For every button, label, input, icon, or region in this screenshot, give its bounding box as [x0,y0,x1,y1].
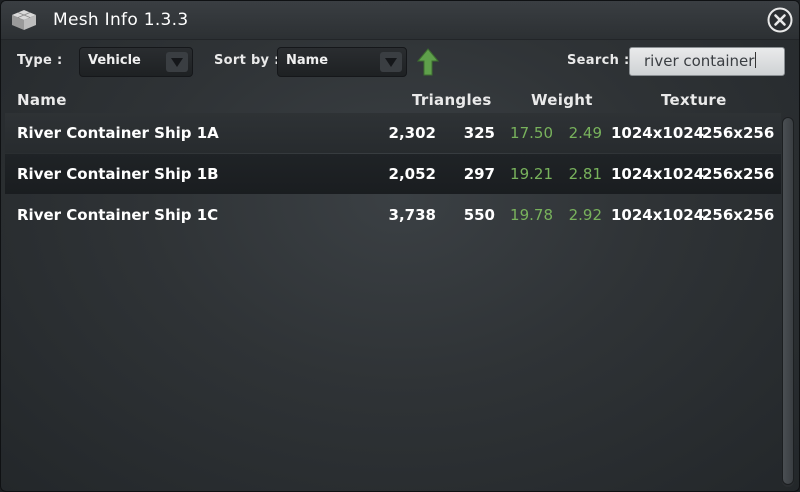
cell-lod-triangles: 325 [463,124,495,142]
mesh-cube-icon [12,10,36,30]
table-row[interactable]: River Container Ship 1B 2,052 297 19.21 … [5,154,781,194]
scrollbar-thumb[interactable] [782,117,794,485]
text-caret [755,52,757,68]
cell-lod-weight: 2.49 [568,124,602,142]
cell-lod-triangles: 550 [463,206,495,224]
cell-triangles: 3,738 [388,206,436,224]
type-dropdown[interactable]: Vehicle [79,47,193,77]
column-header-name[interactable]: Name [17,91,67,109]
column-header-triangles[interactable]: Triangles [412,91,492,109]
cell-triangles: 2,052 [388,165,436,183]
cell-weight: 19.78 [510,206,553,224]
cell-weight: 19.21 [510,165,553,183]
sort-by-dropdown[interactable]: Name [277,47,407,77]
cell-lod-texture: 256x256 [702,165,775,183]
table-row[interactable]: River Container Ship 1A 2,302 325 17.50 … [5,113,781,153]
cell-name: River Container Ship 1B [17,165,219,183]
cell-lod-triangles: 297 [463,165,495,183]
search-label: Search : [567,53,630,68]
cell-texture: 1024x1024 [611,165,705,183]
cell-name: River Container Ship 1C [17,206,219,224]
list-scrollbar[interactable] [779,113,797,489]
mesh-list: River Container Ship 1A 2,302 325 17.50 … [5,113,781,491]
chevron-down-icon [166,52,188,72]
cell-weight: 17.50 [510,124,553,142]
cell-lod-weight: 2.92 [568,206,602,224]
cell-lod-texture: 256x256 [702,124,775,142]
chevron-down-icon [380,52,402,72]
title-bar[interactable]: Mesh Info 1.3.3 [1,1,799,40]
sort-by-dropdown-value: Name [286,53,329,68]
close-icon[interactable] [767,7,793,33]
search-input[interactable]: river container [629,47,785,76]
type-dropdown-value: Vehicle [88,53,141,68]
cell-lod-texture: 256x256 [702,206,775,224]
cell-name: River Container Ship 1A [17,124,219,142]
cell-triangles: 2,302 [388,124,436,142]
cell-texture: 1024x1024 [611,124,705,142]
cell-lod-weight: 2.81 [568,165,602,183]
table-row[interactable]: River Container Ship 1C 3,738 550 19.78 … [5,195,781,235]
sort-by-label: Sort by : [214,53,280,68]
cell-texture: 1024x1024 [611,206,705,224]
window-title: Mesh Info 1.3.3 [53,10,189,30]
arrow-up-icon[interactable] [417,48,439,76]
mesh-info-window: Mesh Info 1.3.3 Type : Vehicle Sort by :… [0,0,800,492]
column-header-weight[interactable]: Weight [531,91,593,109]
type-label: Type : [17,53,63,68]
column-header-texture[interactable]: Texture [661,91,727,109]
search-input-value: river container [644,52,755,70]
